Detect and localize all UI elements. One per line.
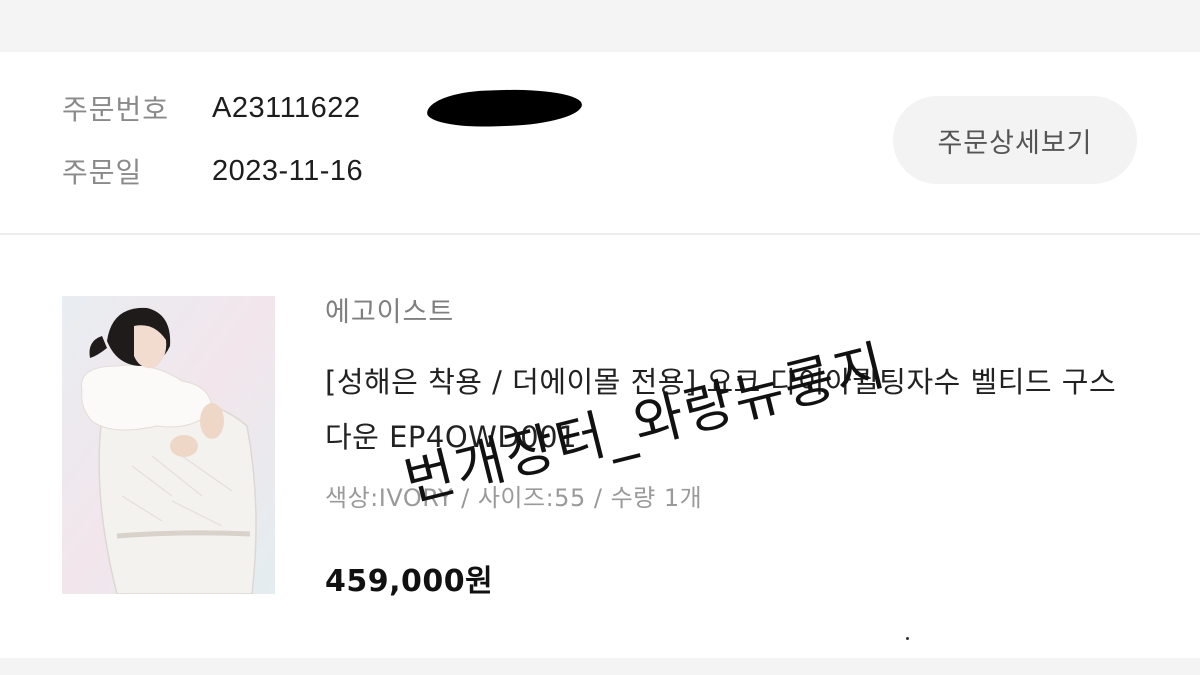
order-date-label: 주문일	[62, 156, 143, 189]
order-number-value: A23111622	[212, 91, 361, 124]
order-date-row: 주문일 2023-11-16	[62, 151, 363, 191]
brand-name[interactable]: 에고이스트	[325, 290, 454, 329]
order-detail-button[interactable]: 주문상세보기	[893, 96, 1137, 184]
product-photo-icon	[62, 296, 275, 594]
product-image[interactable]	[62, 296, 275, 594]
stray-dot	[906, 637, 909, 640]
section-divider	[0, 233, 1200, 235]
top-gap	[0, 0, 1200, 52]
bottom-gap	[0, 658, 1200, 675]
order-date-value: 2023-11-16	[212, 154, 364, 187]
order-number-label: 주문번호	[62, 93, 170, 126]
order-number-row: 주문번호 A23111622	[62, 87, 583, 129]
product-price: 459,000원	[325, 564, 494, 599]
